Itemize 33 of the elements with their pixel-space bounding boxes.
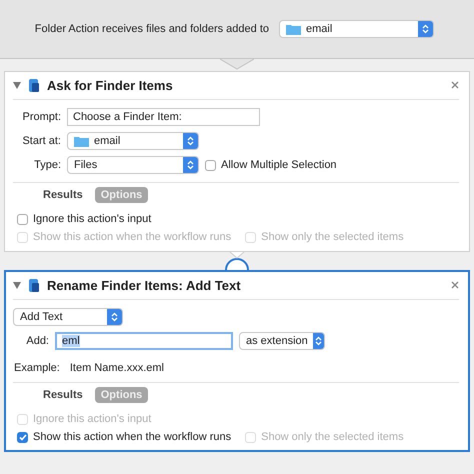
popup-button[interactable]: Files bbox=[67, 156, 199, 174]
field-label: Example: bbox=[13, 361, 60, 374]
popup-button[interactable]: email bbox=[67, 132, 199, 150]
stepper-icon bbox=[111, 312, 118, 322]
disclosure-triangle-icon[interactable] bbox=[13, 82, 21, 89]
stepper-icon bbox=[314, 336, 322, 346]
checkmark-icon bbox=[18, 434, 26, 440]
stepper-icon bbox=[187, 136, 194, 146]
tab[interactable]: Results bbox=[37, 387, 89, 403]
action-title: Rename Finder Items: Add Text bbox=[47, 278, 242, 293]
checkbox[interactable]: Show this action when the workflow runs bbox=[17, 431, 232, 443]
tab[interactable]: Results bbox=[37, 187, 89, 203]
stepper-icon bbox=[187, 160, 194, 170]
checkbox[interactable]: Allow Multiple Selection bbox=[205, 159, 337, 171]
action-title: Ask for Finder Items bbox=[47, 78, 174, 93]
folder-icon bbox=[74, 136, 89, 146]
field-label: Prompt: bbox=[21, 111, 61, 123]
field-label: Start at: bbox=[21, 135, 61, 147]
stepper-icon bbox=[422, 24, 429, 34]
disclosure-triangle-icon[interactable] bbox=[13, 282, 21, 289]
folder-icon bbox=[286, 24, 301, 34]
field-label: Type: bbox=[33, 159, 61, 171]
text-field[interactable]: eml bbox=[55, 332, 233, 350]
field-label: Add: bbox=[25, 335, 49, 347]
finder-action-icon bbox=[27, 78, 41, 93]
header-label: Folder Action receives files and folders added to bbox=[34, 23, 269, 35]
popup-button[interactable]: Add Text bbox=[13, 308, 123, 326]
folder-popup[interactable]: email bbox=[279, 20, 434, 38]
checkbox[interactable]: Ignore this action's input bbox=[17, 213, 152, 225]
text-field[interactable]: Choose a Finder Item: bbox=[67, 108, 260, 126]
example-text: Item Name.xxx.eml bbox=[68, 361, 164, 374]
finder-action-icon bbox=[27, 278, 41, 293]
popup-button[interactable]: as extension bbox=[239, 332, 325, 350]
